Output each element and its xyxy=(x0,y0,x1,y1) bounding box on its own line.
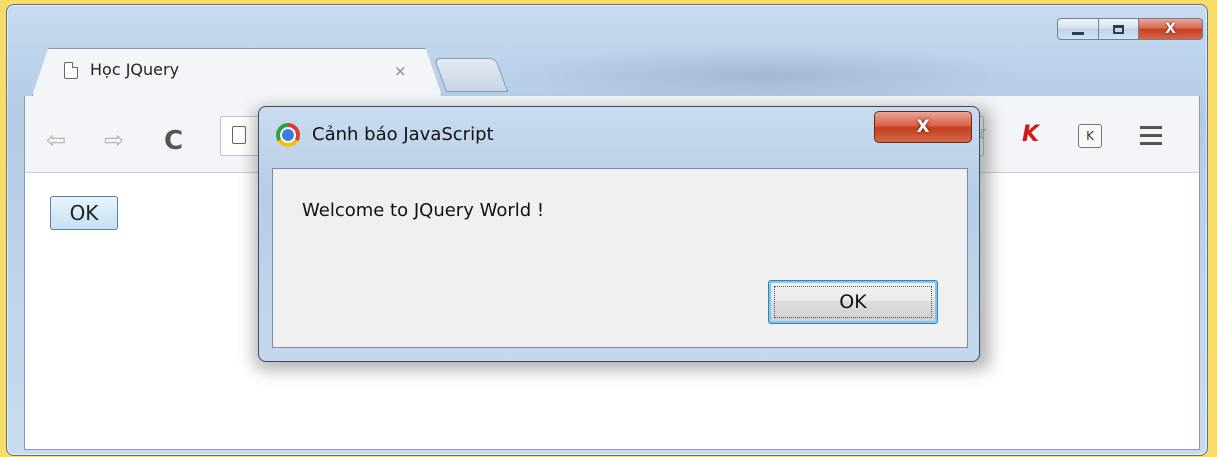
reload-icon[interactable]: C xyxy=(164,126,183,156)
hamburger-menu-icon[interactable] xyxy=(1140,126,1162,150)
window-close-button[interactable]: X xyxy=(1139,18,1203,40)
chrome-icon xyxy=(276,123,300,147)
minimize-button[interactable] xyxy=(1057,18,1099,40)
page-icon xyxy=(64,62,78,79)
dialog-message: Welcome to JQuery World ! xyxy=(302,200,545,221)
forward-arrow-icon[interactable]: ⇨ xyxy=(104,126,124,154)
window-caption-buttons: X xyxy=(1057,18,1203,40)
dialog-close-button[interactable]: X xyxy=(874,111,972,143)
page-ok-button[interactable]: OK xyxy=(50,196,118,230)
document-icon xyxy=(232,126,246,144)
back-arrow-icon[interactable]: ⇦ xyxy=(46,126,66,154)
tab-title: Học JQuery xyxy=(90,60,180,79)
new-tab-button[interactable] xyxy=(433,58,509,92)
maximize-icon xyxy=(1113,24,1124,34)
dialog-ok-button[interactable]: OK xyxy=(768,280,938,324)
minimize-icon xyxy=(1072,31,1084,35)
maximize-button[interactable] xyxy=(1099,18,1139,40)
dialog-title: Cảnh báo JavaScript xyxy=(312,124,494,145)
extension-k-icon[interactable]: K xyxy=(1078,124,1102,148)
kaspersky-icon[interactable]: K xyxy=(1022,122,1039,147)
tab-close-icon[interactable]: × xyxy=(394,62,407,80)
